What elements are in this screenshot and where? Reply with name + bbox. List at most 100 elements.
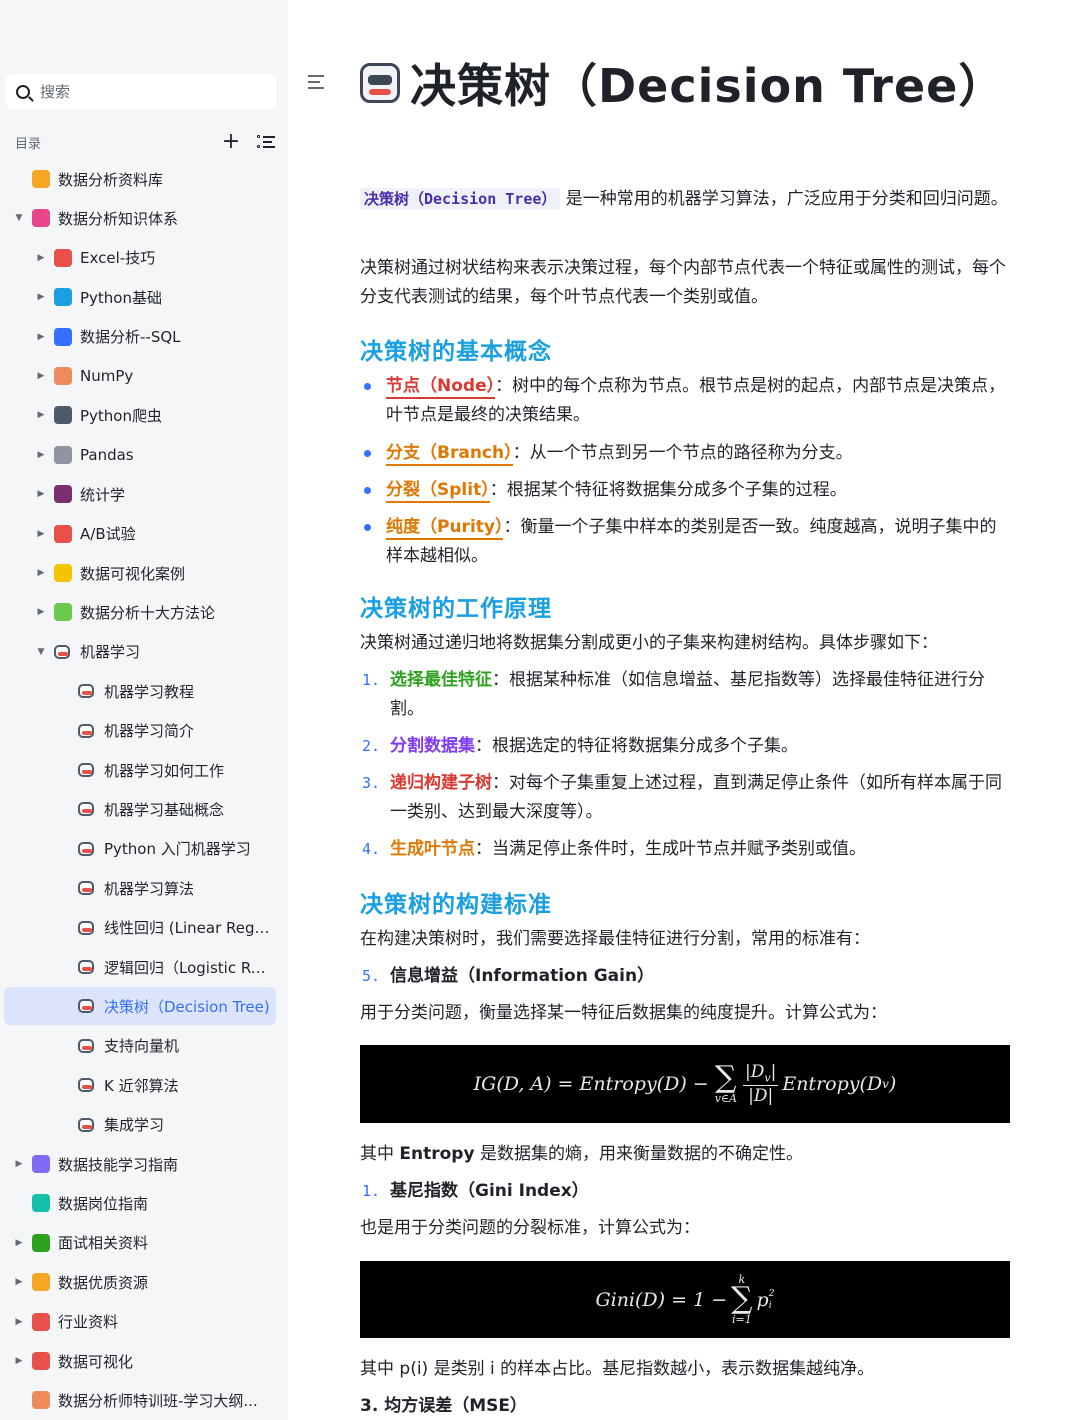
step-key: 递归构建子树	[390, 773, 492, 793]
add-page-button[interactable]: +	[221, 131, 241, 153]
sidebar-item[interactable]: 线性回归 (Linear Regre...	[4, 909, 276, 947]
sidebar-item[interactable]: 机器学习简介	[4, 712, 276, 750]
list-icon[interactable]	[257, 134, 275, 150]
concept-term: 分支（Branch）	[386, 443, 513, 466]
sidebar-item[interactable]: K 近邻算法	[4, 1066, 276, 1104]
page-icon	[32, 1391, 50, 1410]
step-item: 2. 分割数据集：根据选定的特征将数据集分成多个子集。	[360, 732, 1010, 761]
chevron-right-icon[interactable]: ▶	[14, 1277, 24, 1287]
bullet-item: 分支（Branch）：从一个节点到另一个节点的路径称为分支。	[360, 439, 1010, 468]
info-gain-formula: IG(D, A) = Entropy(D) − ∑ v∈A |Dv| |D| E…	[360, 1045, 1010, 1123]
sidebar-item[interactable]: ▶ 数据技能学习指南	[4, 1145, 276, 1183]
info-gain-title: 信息增益（Information Gain）	[390, 966, 655, 986]
sidebar-item[interactable]: ▶ Python爬虫	[4, 396, 276, 434]
sidebar-item[interactable]: 集成学习	[4, 1106, 276, 1144]
page-icon	[54, 288, 72, 307]
robot-icon	[360, 63, 400, 103]
robot-icon	[78, 723, 94, 738]
sidebar-item[interactable]: ▶ A/B试验	[4, 515, 276, 553]
sum-symbol: ∑ v∈A	[714, 1059, 738, 1105]
sidebar-item[interactable]: 决策树（Decision Tree)	[4, 987, 276, 1026]
chevron-right-icon[interactable]: ▶	[14, 1238, 24, 1248]
sidebar-item[interactable]: ▶ 数据优质资源	[4, 1263, 276, 1301]
formula-right: Entropy(D	[782, 1073, 883, 1095]
list-number: 2.	[362, 737, 381, 755]
sidebar-item[interactable]: 机器学习算法	[4, 869, 276, 907]
chevron-right-icon[interactable]: ▶	[36, 489, 46, 499]
sidebar-item[interactable]: ▶ 数据分析--SQL	[4, 318, 276, 356]
robot-icon	[78, 1038, 94, 1053]
robot-icon	[78, 763, 94, 777]
sidebar-item[interactable]: ▶ 面试相关资料	[4, 1224, 276, 1262]
sidebar-item[interactable]: ▶ 数据可视化	[4, 1342, 276, 1380]
sidebar-item[interactable]: ▶ Excel-技巧	[4, 239, 276, 277]
sidebar-item-label: 集成学习	[104, 1116, 165, 1135]
sidebar-item[interactable]: ▶ NumPy	[4, 357, 276, 395]
chevron-right-icon[interactable]: ▶	[36, 253, 46, 263]
sidebar-item[interactable]: 机器学习基础概念	[4, 790, 276, 828]
entropy-note: 其中 Entropy 是数据集的熵，用来衡量数据的不确定性。	[360, 1140, 1010, 1169]
chevron-down-icon[interactable]: ▼	[36, 647, 46, 657]
sidebar-item[interactable]: ▶ Python基础	[4, 278, 276, 316]
sidebar-item[interactable]: 支持向量机	[4, 1027, 276, 1065]
sidebar-item[interactable]: 数据分析师特训班-学习大纲...	[4, 1381, 276, 1419]
sidebar-item[interactable]: ▶ Pandas	[4, 436, 276, 474]
work-intro: 决策树通过递归地将数据集分割成更小的子集来构建树结构。具体步骤如下：	[360, 633, 938, 653]
sidebar-item[interactable]: ▶ 行业资料	[4, 1303, 276, 1341]
sidebar-item-label: 统计学	[80, 485, 126, 504]
gini-left: Gini(D) = 1 −	[595, 1288, 728, 1311]
robot-icon	[78, 684, 94, 699]
step-desc: ：根据选定的特征将数据集分成多个子集。	[475, 736, 798, 756]
step-item: 4. 生成叶节点：当满足停止条件时，生成叶节点并赋予类别或值。	[360, 835, 1010, 864]
search-icon	[16, 84, 30, 99]
page-icon	[54, 406, 72, 425]
fraction-numerator-sub: v	[764, 1071, 771, 1085]
chevron-right-icon[interactable]: ▶	[36, 568, 46, 578]
sidebar-item[interactable]: 逻辑回归（Logistic Reg...	[4, 948, 276, 986]
search-input[interactable]: 搜索	[6, 74, 276, 109]
sidebar-item[interactable]: Python 入门机器学习	[4, 830, 276, 868]
sidebar-item[interactable]: ▼ 数据分析知识体系	[4, 199, 276, 237]
sidebar-item-label: 数据岗位指南	[58, 1194, 149, 1213]
outline-toggle-button[interactable]	[308, 74, 326, 90]
step-item: 3. 递归构建子树：对每个子集重复上述过程，直到满足停止条件（如所有样本属于同一类…	[360, 769, 1010, 827]
chevron-right-icon[interactable]: ▶	[36, 607, 46, 617]
sidebar-item-label: K 近邻算法	[104, 1076, 179, 1095]
sidebar-item-label: Pandas	[80, 445, 134, 464]
paragraph-structure: 决策树通过树状结构来表示决策过程，每个内部节点代表一个特征或属性的测试，每个分支…	[360, 258, 1006, 307]
chevron-right-icon[interactable]: ▶	[14, 1317, 24, 1327]
formula-right-sub: v	[882, 1077, 889, 1091]
chevron-right-icon[interactable]: ▶	[14, 1356, 24, 1366]
sidebar-item[interactable]: ▶ 统计学	[4, 475, 276, 513]
sidebar-item[interactable]: ▼ 机器学习	[4, 633, 276, 671]
robot-icon	[54, 644, 70, 659]
chevron-right-icon[interactable]: ▶	[14, 1159, 24, 1169]
sidebar-item[interactable]: 数据分析资料库	[4, 160, 276, 198]
chevron-right-icon[interactable]: ▶	[36, 332, 46, 342]
sidebar-item-label: Python基础	[80, 288, 162, 307]
chevron-right-icon[interactable]: ▶	[36, 410, 46, 420]
page-icon	[32, 1233, 50, 1252]
page-icon	[54, 327, 72, 346]
toc-label: 目录	[15, 136, 42, 152]
chevron-down-icon[interactable]: ▼	[14, 213, 24, 223]
sidebar-item[interactable]: 机器学习教程	[4, 672, 276, 710]
page-icon	[32, 209, 50, 228]
sidebar-item[interactable]: ▶ 数据可视化案例	[4, 554, 276, 592]
chevron-right-icon[interactable]: ▶	[36, 292, 46, 302]
robot-icon	[78, 881, 94, 896]
chevron-right-icon[interactable]: ▶	[36, 529, 46, 539]
robot-icon	[78, 802, 94, 817]
sidebar-item[interactable]: 机器学习如何工作	[4, 751, 276, 789]
sidebar-item-label: 机器学习基础概念	[104, 800, 225, 819]
intro-term: 决策树（Decision Tree）	[360, 188, 561, 210]
chevron-right-icon[interactable]: ▶	[36, 450, 46, 460]
info-gain-desc: 用于分类问题，衡量选择某一特征后数据集的纯度提升。计算公式为：	[360, 1003, 887, 1023]
gini-term-sup: 2	[768, 1287, 775, 1299]
chevron-right-icon[interactable]: ▶	[36, 371, 46, 381]
sidebar-item[interactable]: 数据岗位指南	[4, 1184, 276, 1222]
concept-term: 纯度（Purity）	[386, 517, 504, 540]
step-item: 1. 选择最佳特征：根据某种标准（如信息增益、基尼指数等）选择最佳特征进行分割。	[360, 666, 1010, 724]
sidebar-item[interactable]: ▶ 数据分析十大方法论	[4, 593, 276, 631]
gini-item: 1. 基尼指数（Gini Index）	[360, 1177, 1010, 1206]
